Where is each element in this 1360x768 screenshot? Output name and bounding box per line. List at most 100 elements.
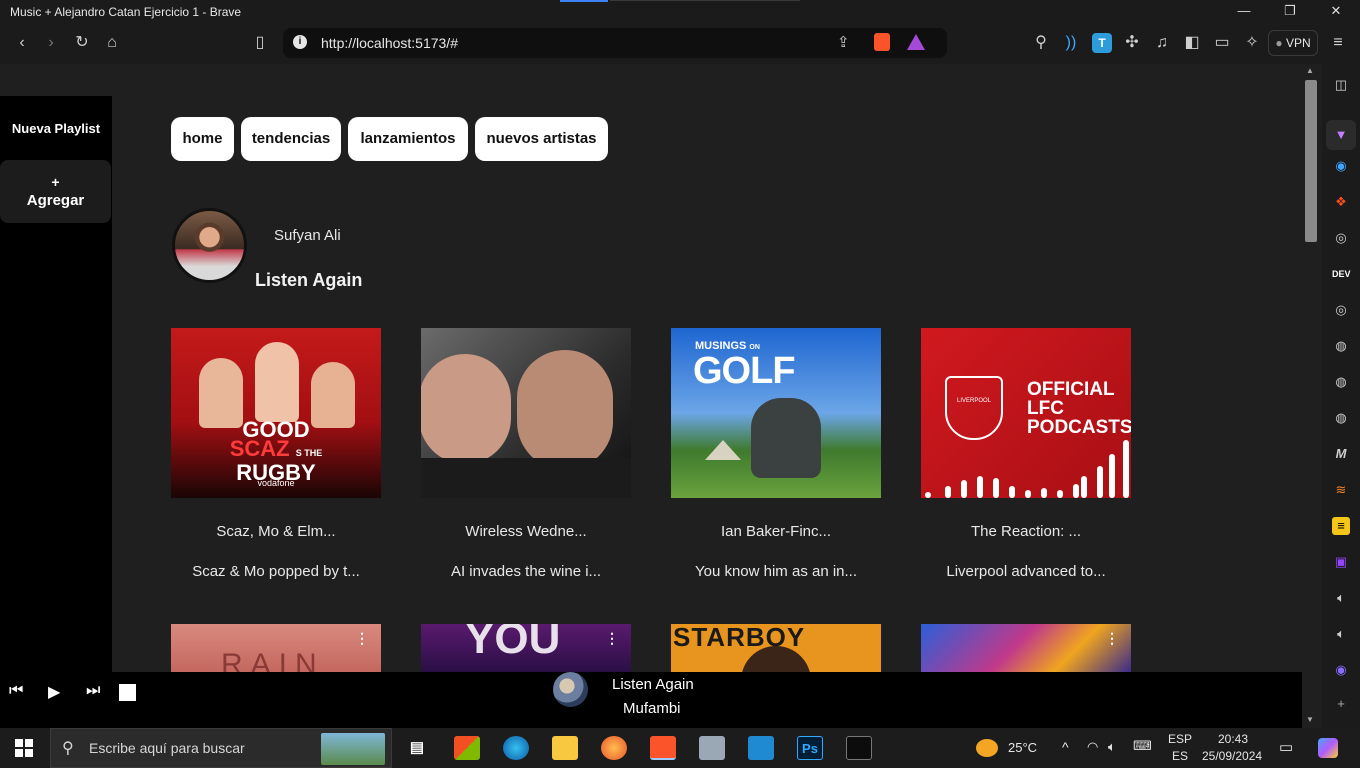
next-icon[interactable]: ⏭ bbox=[86, 682, 100, 700]
vpn-button[interactable]: ● VPN bbox=[1268, 30, 1318, 56]
card-cover-8[interactable]: ⋮ bbox=[921, 624, 1131, 672]
wallet-icon[interactable]: ▭ bbox=[1212, 33, 1232, 53]
card-title[interactable]: Scaz, Mo & Elm... bbox=[171, 523, 381, 540]
url-text[interactable]: http://localhost:5173/# bbox=[321, 35, 458, 51]
more-options-icon[interactable]: ⋮ bbox=[355, 630, 369, 647]
card-cover-1[interactable]: GOOD SCAZ S THE RUGBY vodafone bbox=[171, 328, 381, 498]
volume-icon[interactable]: 🔈︎ bbox=[1108, 739, 1116, 755]
firefox-icon[interactable] bbox=[601, 736, 627, 760]
card-cover-3[interactable]: MUSINGS ON GOLF bbox=[671, 328, 881, 498]
scrollbar-thumb[interactable] bbox=[1305, 80, 1317, 242]
keyboard-icon[interactable]: ⌨ bbox=[1133, 738, 1152, 754]
weather-icon[interactable] bbox=[976, 739, 998, 757]
brave-taskbar-icon[interactable] bbox=[650, 736, 676, 760]
leo-ai-icon[interactable]: ✧ bbox=[1242, 33, 1262, 53]
podcast-icon[interactable]: ◉ bbox=[1332, 661, 1350, 679]
new-playlist-heading: Nueva Playlist bbox=[11, 121, 101, 136]
cover-title: OFFICIAL LFC PODCASTS bbox=[1027, 379, 1131, 438]
speaker-icon[interactable]: 🔈︎ bbox=[1332, 625, 1350, 643]
share-icon[interactable]: ⇪ bbox=[837, 33, 850, 51]
sidebar-toggle-icon[interactable]: ◫ bbox=[1332, 76, 1350, 94]
globe-icon[interactable]: ◍ bbox=[1332, 337, 1350, 355]
zoom-icon[interactable]: ⚲ bbox=[1031, 33, 1051, 53]
notes-icon[interactable]: ≡ bbox=[1332, 517, 1350, 535]
brave-shields-icon[interactable] bbox=[874, 33, 890, 51]
language-code[interactable]: ESP bbox=[1168, 732, 1192, 746]
taskbar-search[interactable]: ⚲ Escribe aquí para buscar bbox=[50, 728, 392, 768]
bookmark-icon[interactable]: ▯ bbox=[250, 33, 270, 53]
sidebar-icon[interactable]: ◧ bbox=[1182, 33, 1202, 53]
windows-start-icon[interactable] bbox=[15, 739, 33, 757]
brave-rewards-icon[interactable] bbox=[907, 34, 925, 50]
brave-news-icon[interactable]: ◉ bbox=[1332, 157, 1350, 175]
web-icon[interactable]: ◎ bbox=[1332, 301, 1350, 319]
nav-lanzamientos[interactable]: lanzamientos bbox=[348, 117, 468, 161]
menu-icon[interactable]: ≡ bbox=[1328, 33, 1348, 53]
close-button[interactable]: ✕ bbox=[1313, 0, 1359, 23]
card-cover-5[interactable]: RAIN ⋮ bbox=[171, 624, 381, 672]
stop-icon[interactable] bbox=[119, 684, 136, 701]
nav-tendencias[interactable]: tendencias bbox=[241, 117, 341, 161]
globe-icon[interactable]: ◍ bbox=[1332, 373, 1350, 391]
cover-title: GOOD SCAZ S THE RUGBY bbox=[171, 419, 381, 484]
globe-icon[interactable]: ◍ bbox=[1332, 409, 1350, 427]
dev-icon[interactable]: DEV bbox=[1332, 265, 1351, 283]
edge-icon[interactable] bbox=[503, 736, 529, 760]
forward-icon[interactable]: › bbox=[41, 33, 61, 53]
maximize-button[interactable]: ❐ bbox=[1267, 0, 1313, 23]
wifi-icon[interactable]: ◠ bbox=[1087, 739, 1098, 755]
leo-icon[interactable]: ▼ bbox=[1326, 120, 1356, 150]
photoshop-icon[interactable]: Ps bbox=[797, 736, 823, 760]
nav-home[interactable]: home bbox=[171, 117, 234, 161]
search-icon: ⚲ bbox=[62, 740, 74, 757]
card-title[interactable]: The Reaction: ... bbox=[921, 523, 1131, 540]
media-icon[interactable]: ♫ bbox=[1152, 33, 1172, 53]
card-cover-4[interactable]: LIVERPOOL OFFICIAL LFC PODCASTS bbox=[921, 328, 1131, 498]
now-playing-artist: Mufambi bbox=[623, 700, 681, 717]
more-options-icon[interactable]: ⋮ bbox=[1105, 630, 1119, 647]
back-icon[interactable]: ‹ bbox=[12, 33, 32, 53]
stackoverflow-icon[interactable]: ≋ bbox=[1332, 481, 1350, 499]
play-icon[interactable]: ▶ bbox=[48, 682, 60, 702]
scroll-up-icon[interactable]: ▲ bbox=[1306, 66, 1314, 75]
home-icon[interactable]: ⌂ bbox=[102, 33, 122, 53]
address-bar[interactable]: i http://localhost:5173/# ⇪ bbox=[283, 28, 947, 58]
reload-icon[interactable]: ↻ bbox=[72, 33, 92, 53]
site-info-icon[interactable]: i bbox=[293, 35, 307, 49]
vscode-icon[interactable] bbox=[748, 736, 774, 760]
windows-taskbar: ⚲ Escribe aquí para buscar ▤ Ps 25°C ^ ◠… bbox=[0, 728, 1360, 768]
avatar[interactable] bbox=[172, 208, 247, 283]
translate-extension-icon[interactable]: T bbox=[1092, 33, 1112, 53]
app-taskbar-icon[interactable] bbox=[699, 736, 725, 760]
web-icon[interactable]: ◎ bbox=[1332, 229, 1350, 247]
language-region[interactable]: ES bbox=[1172, 749, 1188, 763]
store-icon[interactable] bbox=[454, 736, 480, 760]
add-playlist-button[interactable]: + Agregar bbox=[0, 160, 111, 223]
clock-time[interactable]: 20:43 bbox=[1218, 732, 1248, 746]
terminal-icon[interactable] bbox=[846, 736, 872, 760]
medium-icon[interactable]: M bbox=[1332, 445, 1350, 463]
card-title[interactable]: Wireless Wedne... bbox=[421, 523, 631, 540]
card-cover-6[interactable]: YOU ⋮ bbox=[421, 624, 631, 672]
scroll-down-icon[interactable]: ▼ bbox=[1306, 715, 1314, 724]
minimize-button[interactable]: — bbox=[1221, 0, 1267, 23]
more-options-icon[interactable]: ⋮ bbox=[605, 630, 619, 647]
extensions-icon[interactable]: ✣ bbox=[1122, 33, 1142, 53]
figma-icon[interactable]: ❖ bbox=[1332, 193, 1350, 211]
task-view-icon[interactable]: ▤ bbox=[404, 736, 430, 760]
clock-date[interactable]: 25/09/2024 bbox=[1202, 749, 1262, 763]
nav-nuevos-artistas[interactable]: nuevos artistas bbox=[475, 117, 608, 161]
card-cover-7[interactable]: STARBOY bbox=[671, 624, 881, 672]
notifications-icon[interactable]: ▭ bbox=[1279, 738, 1293, 756]
previous-icon[interactable]: ⏮ bbox=[9, 682, 23, 700]
copilot-icon[interactable] bbox=[1318, 738, 1338, 758]
card-title[interactable]: Ian Baker-Finc... bbox=[671, 523, 881, 540]
file-explorer-icon[interactable] bbox=[552, 736, 578, 760]
tray-chevron-icon[interactable]: ^ bbox=[1062, 739, 1069, 755]
add-icon[interactable]: + bbox=[1332, 695, 1350, 713]
wallet-connect-icon[interactable]: )) bbox=[1061, 33, 1081, 53]
speaker-icon[interactable]: 🔈︎ bbox=[1332, 589, 1350, 607]
weather-temp[interactable]: 25°C bbox=[1008, 740, 1037, 755]
twitch-icon[interactable]: ▣ bbox=[1332, 553, 1350, 571]
card-cover-2[interactable] bbox=[421, 328, 631, 498]
